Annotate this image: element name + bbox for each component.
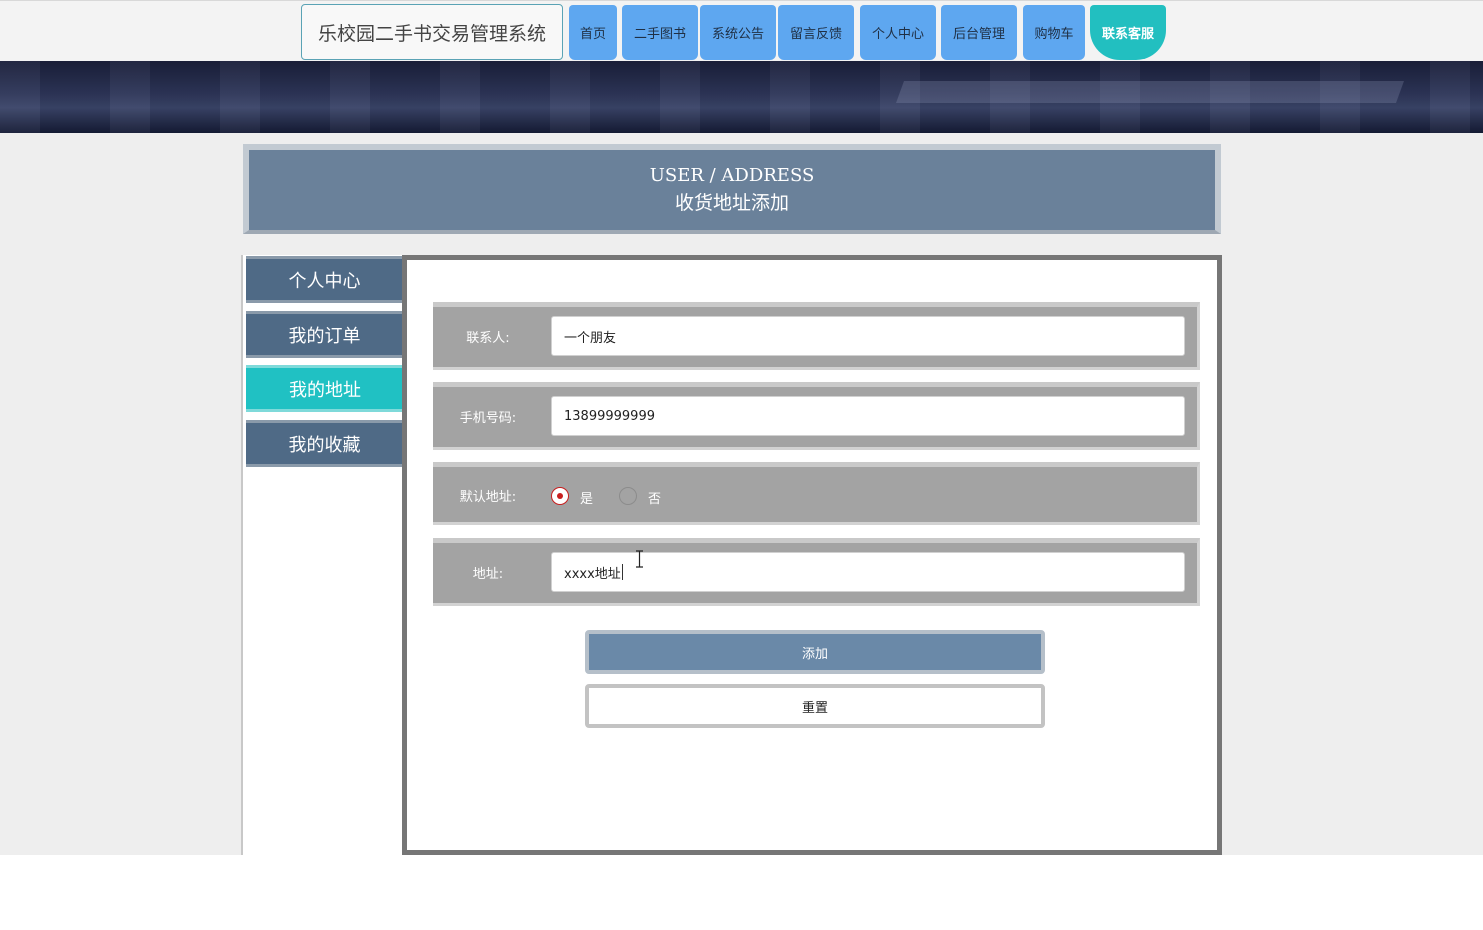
page-title: 收货地址添加 xyxy=(674,192,789,214)
nav-admin[interactable]: 后台管理 xyxy=(941,5,1017,60)
sidebar-item-my-address[interactable]: 我的地址 xyxy=(246,365,404,412)
nav-announcements[interactable]: 系统公告 xyxy=(700,5,776,60)
sidebar-item-my-favorites[interactable]: 我的收藏 xyxy=(246,420,403,467)
default-address-label: 默认地址: xyxy=(459,490,517,505)
site-title[interactable]: 乐校园二手书交易管理系统 xyxy=(301,4,563,60)
contact-field[interactable]: 一个朋友 xyxy=(551,316,1185,356)
text-caret xyxy=(621,564,623,580)
address-form-panel: 联系人: 一个朋友 手机号码: 13899999999 默认地址: 是 否 地址… xyxy=(402,255,1222,855)
phone-label: 手机号码: xyxy=(459,411,517,426)
phone-row: 手机号码: 13899999999 xyxy=(433,382,1200,450)
address-row: 地址: xxxx地址 xyxy=(433,538,1200,606)
banner-image xyxy=(0,61,1483,133)
top-nav-bar: 乐校园二手书交易管理系统 首页 二手图书 系统公告 留言反馈 个人中心 后台管理… xyxy=(0,0,1483,61)
contact-field-value: 一个朋友 xyxy=(564,330,617,346)
page-header: USER / ADDRESS 收货地址添加 xyxy=(243,144,1221,234)
sidebar-item-personal-center[interactable]: 个人中心 xyxy=(246,256,403,303)
default-yes-label[interactable]: 是 xyxy=(580,488,593,507)
nav-home[interactable]: 首页 xyxy=(569,5,617,60)
default-yes-radio[interactable] xyxy=(551,487,569,505)
nav-cart[interactable]: 购物车 xyxy=(1023,5,1085,60)
address-field[interactable]: xxxx地址 xyxy=(551,552,1185,592)
default-no-label[interactable]: 否 xyxy=(648,488,661,507)
nav-secondhand-books[interactable]: 二手图书 xyxy=(622,5,698,60)
contact-label: 联系人: xyxy=(466,331,510,346)
nav-feedback[interactable]: 留言反馈 xyxy=(778,5,854,60)
sidebar-item-my-orders[interactable]: 我的订单 xyxy=(246,311,403,358)
text-cursor-icon xyxy=(636,550,643,568)
address-field-value: xxxx地址 xyxy=(564,566,621,582)
sidebar: 个人中心 我的订单 我的地址 我的收藏 xyxy=(241,255,404,855)
nav-personal-center[interactable]: 个人中心 xyxy=(860,5,936,60)
page-title-en: USER / ADDRESS xyxy=(649,165,815,186)
reset-button[interactable]: 重置 xyxy=(585,684,1045,728)
default-address-row: 默认地址: 是 否 xyxy=(433,462,1200,525)
nav-customer-service[interactable]: 联系客服 xyxy=(1090,5,1166,60)
address-label: 地址: xyxy=(472,567,504,582)
phone-field-value: 13899999999 xyxy=(564,408,655,424)
contact-row: 联系人: 一个朋友 xyxy=(433,302,1200,370)
default-no-radio[interactable] xyxy=(619,487,637,505)
add-button[interactable]: 添加 xyxy=(585,630,1045,674)
phone-field[interactable]: 13899999999 xyxy=(551,396,1185,436)
